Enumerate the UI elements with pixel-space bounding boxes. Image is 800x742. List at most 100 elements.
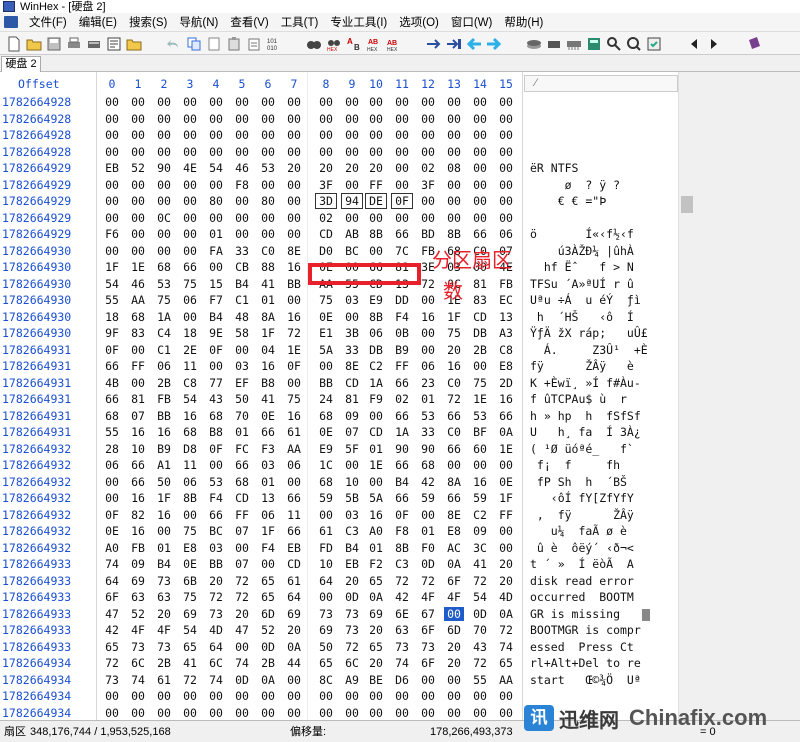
hex-byte[interactable]: 2B bbox=[154, 376, 174, 390]
hex-byte[interactable]: 03 bbox=[258, 458, 278, 472]
hex-byte[interactable]: 16 bbox=[258, 359, 278, 373]
hex-byte[interactable]: 46 bbox=[128, 277, 148, 291]
hex-byte[interactable]: 02 bbox=[392, 392, 412, 406]
hex-byte[interactable]: 00 bbox=[418, 706, 438, 720]
step-back-icon[interactable] bbox=[686, 36, 702, 52]
table-row[interactable]: 1782664930 00 00 00 00 FA 33 C0 8E D0 BC 00 7C FB 68 C0… bbox=[0, 243, 678, 260]
hex-byte[interactable]: 53 bbox=[258, 161, 278, 175]
hex-byte[interactable]: 6C bbox=[206, 656, 226, 670]
hex-byte[interactable]: 00 bbox=[206, 706, 226, 720]
hex-byte[interactable]: DB bbox=[470, 326, 490, 340]
hex-byte[interactable]: 00 bbox=[102, 211, 122, 225]
hex-byte[interactable]: 8C bbox=[316, 673, 336, 687]
hex-byte[interactable]: 00 bbox=[284, 673, 304, 687]
table-row[interactable]: 1782664933 74 09 B4 0E BB 07 00 CD 10 EB F2 C3 0D 0A 41… bbox=[0, 556, 678, 573]
hex-byte[interactable]: 00 bbox=[496, 458, 516, 472]
hex-byte[interactable]: 00 bbox=[496, 211, 516, 225]
hex-byte[interactable]: 80 bbox=[206, 194, 226, 208]
hex-byte[interactable]: 00 bbox=[128, 211, 148, 225]
hex-byte[interactable]: 20 bbox=[154, 607, 174, 621]
hex-byte[interactable]: 3F bbox=[418, 178, 438, 192]
hex-byte[interactable]: 15 bbox=[206, 277, 226, 291]
find-hex-icon[interactable]: HEX bbox=[326, 36, 342, 52]
hex-byte[interactable]: 13 bbox=[496, 310, 516, 324]
hex-byte[interactable]: 1A bbox=[392, 425, 412, 439]
hex-byte[interactable]: 8E bbox=[444, 508, 464, 522]
hex-byte[interactable]: 59 bbox=[418, 491, 438, 505]
hex-byte[interactable]: 06 bbox=[418, 359, 438, 373]
hex-byte[interactable]: A0 bbox=[102, 541, 122, 555]
hex-byte[interactable]: E1 bbox=[316, 326, 336, 340]
menu-tools[interactable]: 工具(T) bbox=[278, 14, 328, 30]
hex-byte[interactable]: BE bbox=[366, 673, 386, 687]
hex-byte[interactable]: CD bbox=[316, 227, 336, 241]
hex-byte[interactable]: 3D bbox=[315, 193, 337, 209]
hex-byte[interactable]: 75 bbox=[470, 376, 490, 390]
table-row[interactable]: 1782664932 06 66 A1 11 00 66 03 06 1C 00 1E 66 68 00 00… bbox=[0, 457, 678, 474]
hex-byte[interactable]: 66 bbox=[496, 409, 516, 423]
hex-byte[interactable]: 00 bbox=[366, 112, 386, 126]
hex-byte[interactable]: CD bbox=[366, 425, 386, 439]
hex-byte[interactable]: 00 bbox=[392, 178, 412, 192]
hex-byte[interactable]: 01 bbox=[232, 425, 252, 439]
hex-byte[interactable]: 01 bbox=[258, 475, 278, 489]
hex-byte[interactable]: 00 bbox=[232, 640, 252, 654]
hex-byte[interactable]: 0E bbox=[258, 409, 278, 423]
hex-byte[interactable]: 8B bbox=[366, 310, 386, 324]
hex-byte[interactable]: 2B bbox=[154, 656, 174, 670]
hex-byte[interactable]: 07 bbox=[232, 557, 252, 571]
hex-byte[interactable]: 47 bbox=[102, 607, 122, 621]
hex-byte[interactable]: 00 bbox=[470, 112, 490, 126]
hex-byte[interactable]: 00 bbox=[180, 244, 200, 258]
hex-byte[interactable]: 00 bbox=[154, 95, 174, 109]
hex-byte[interactable]: 00 bbox=[128, 706, 148, 720]
hex-byte[interactable]: 4F bbox=[444, 590, 464, 604]
hex-byte[interactable]: 42 bbox=[418, 475, 438, 489]
hex-byte[interactable]: 00 bbox=[316, 706, 336, 720]
hex-byte[interactable]: 00 bbox=[444, 128, 464, 142]
hex-byte[interactable]: 02 bbox=[418, 161, 438, 175]
hex-byte[interactable]: 65 bbox=[316, 656, 336, 670]
menu-view[interactable]: 查看(V) bbox=[227, 14, 277, 30]
table-row[interactable]: 1782664928 00 00 00 00 00 00 00 00 00 00 00 00 00 00 00… bbox=[0, 127, 678, 144]
hex-byte[interactable]: 1E bbox=[128, 260, 148, 274]
table-row[interactable]: 1782664933 47 52 20 69 73 20 6D 69 73 73 69 6E 67 00 0D… bbox=[0, 606, 678, 623]
hex-byte[interactable]: 01 bbox=[366, 541, 386, 555]
hex-byte[interactable]: 00 bbox=[128, 343, 148, 357]
hex-byte[interactable]: C0 bbox=[444, 425, 464, 439]
hex-byte[interactable]: FB bbox=[496, 277, 516, 291]
hex-byte[interactable]: 00 bbox=[102, 178, 122, 192]
hex-byte[interactable]: 0F bbox=[102, 343, 122, 357]
hex-byte[interactable]: 16 bbox=[128, 425, 148, 439]
open-file-icon[interactable] bbox=[126, 36, 142, 52]
hex-byte[interactable]: 0A bbox=[258, 673, 278, 687]
hex-byte[interactable]: 33 bbox=[232, 244, 252, 258]
hex-byte[interactable]: 00 bbox=[444, 112, 464, 126]
hex-byte[interactable]: 65 bbox=[366, 640, 386, 654]
hex-byte[interactable]: 00 bbox=[180, 178, 200, 192]
hex-byte[interactable]: 07 bbox=[342, 425, 362, 439]
hex-byte[interactable]: 00 bbox=[102, 706, 122, 720]
hex-byte[interactable]: 50 bbox=[316, 640, 336, 654]
hex-byte[interactable]: 01 bbox=[418, 392, 438, 406]
hex-byte[interactable]: 00 bbox=[444, 673, 464, 687]
hex-byte[interactable]: 73 bbox=[342, 607, 362, 621]
hex-byte[interactable]: 82 bbox=[128, 508, 148, 522]
table-row[interactable]: 1782664931 66 FF 06 11 00 03 16 0F 00 8E C2 FF 06 16 00… bbox=[0, 358, 678, 375]
hex-byte[interactable]: 0D bbox=[342, 590, 362, 604]
hex-byte[interactable]: 00 bbox=[316, 359, 336, 373]
hex-byte[interactable]: 8B bbox=[180, 491, 200, 505]
table-row[interactable]: 1782664933 64 69 73 6B 20 72 65 61 64 20 65 72 72 6F 72… bbox=[0, 573, 678, 590]
hex-byte[interactable]: 42 bbox=[102, 623, 122, 637]
hex-byte[interactable]: 00 bbox=[470, 178, 490, 192]
hex-byte[interactable]: 61 bbox=[284, 574, 304, 588]
hex-byte[interactable]: 00 bbox=[342, 458, 362, 472]
hex-byte[interactable]: 01 bbox=[366, 442, 386, 456]
hex-byte[interactable]: 75 bbox=[316, 293, 336, 307]
book-icon[interactable] bbox=[746, 36, 762, 52]
hex-byte[interactable]: 75 bbox=[284, 392, 304, 406]
ascii-text[interactable]: TFSu ´A»ªUÍ r û bbox=[530, 277, 634, 291]
hex-byte[interactable]: 00 bbox=[496, 95, 516, 109]
menu-help[interactable]: 帮助(H) bbox=[501, 14, 552, 30]
menu-window[interactable]: 窗口(W) bbox=[448, 14, 502, 30]
